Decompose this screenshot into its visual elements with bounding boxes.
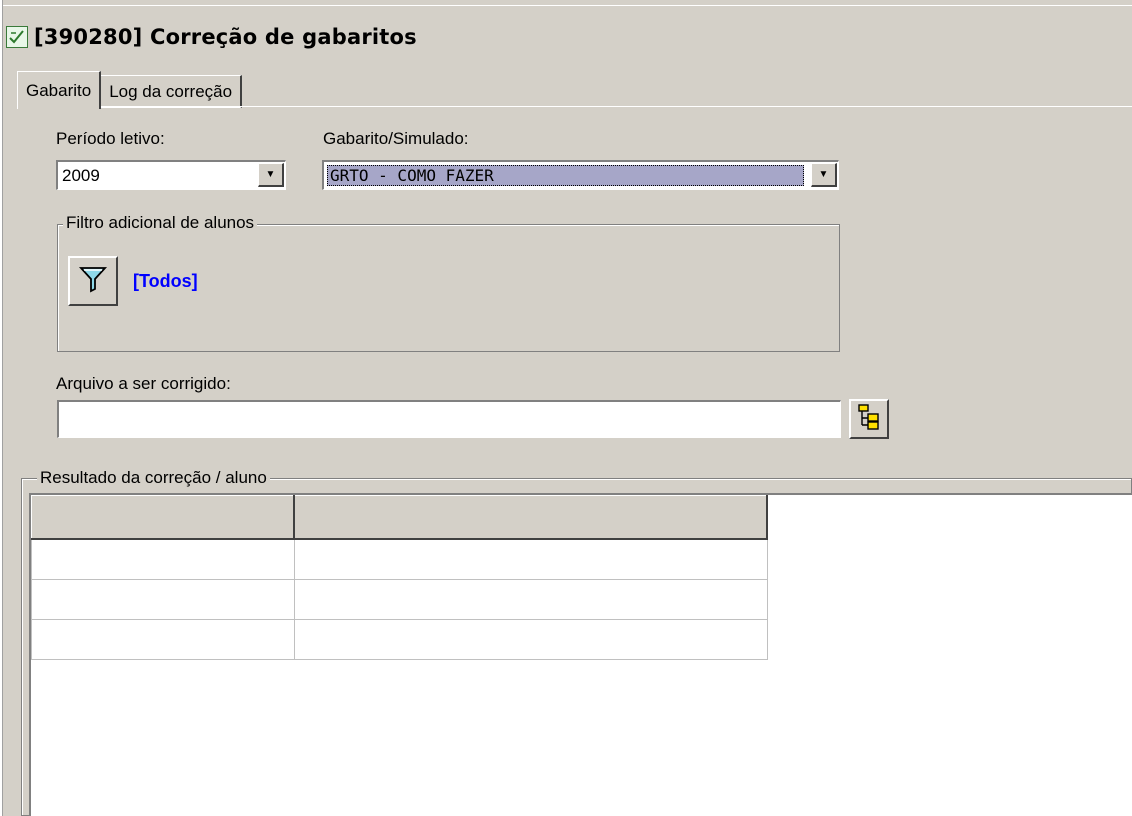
window-title: [390280] Correção de gabaritos — [34, 25, 417, 49]
table-row[interactable] — [31, 538, 768, 580]
gabarito-simulado-value: GRTO - COMO FAZER — [327, 165, 804, 186]
table-cell[interactable] — [31, 619, 295, 660]
table-row[interactable] — [31, 619, 768, 660]
column-header[interactable] — [31, 495, 295, 540]
gabarito-simulado-combo[interactable]: GRTO - COMO FAZER ▼ — [322, 160, 839, 190]
tab-gabarito[interactable]: Gabarito — [17, 71, 102, 109]
resultado-grid[interactable] — [29, 493, 1132, 816]
periodo-letivo-label: Período letivo: — [56, 129, 165, 148]
table-cell[interactable] — [293, 619, 768, 660]
filtro-caption: Filtro adicional de alunos — [63, 213, 258, 233]
window-top-edge — [0, 0, 1132, 6]
window-left-edge-shadow — [2, 0, 3, 816]
tab-log-correcao[interactable]: Log da correção — [100, 75, 243, 108]
filter-value-link[interactable]: [Todos] — [133, 271, 198, 292]
column-header[interactable] — [293, 495, 768, 540]
browse-file-button[interactable] — [849, 399, 889, 439]
arquivo-label: Arquivo a ser corrigido: — [56, 374, 231, 393]
table-cell[interactable] — [31, 579, 295, 620]
tab-strip: Gabarito Log da correção — [17, 68, 243, 109]
resultado-table — [31, 495, 768, 660]
table-cell[interactable] — [293, 579, 768, 620]
resultado-caption: Resultado da correção / aluno — [37, 468, 270, 488]
periodo-letivo-combo[interactable]: 2009 ▼ — [56, 160, 286, 190]
chevron-down-icon[interactable]: ▼ — [811, 163, 837, 187]
folder-tree-icon — [856, 403, 882, 436]
arquivo-input[interactable] — [57, 400, 841, 438]
checkmark-window-icon — [6, 26, 28, 48]
funnel-icon — [78, 264, 108, 299]
table-row[interactable] — [31, 579, 768, 620]
chevron-down-icon[interactable]: ▼ — [258, 163, 284, 187]
table-header-row — [31, 495, 768, 540]
periodo-letivo-value: 2009 — [62, 166, 100, 185]
tab-gabarito-label: Gabarito — [26, 80, 92, 100]
table-cell[interactable] — [31, 538, 295, 580]
window-titlebar: [390280] Correção de gabaritos — [6, 20, 1132, 54]
filter-button[interactable] — [68, 256, 118, 306]
table-cell[interactable] — [293, 538, 768, 580]
tab-panel-top-border — [17, 106, 1132, 107]
tab-log-correcao-label: Log da correção — [109, 81, 233, 101]
gabarito-simulado-label: Gabarito/Simulado: — [323, 129, 469, 148]
